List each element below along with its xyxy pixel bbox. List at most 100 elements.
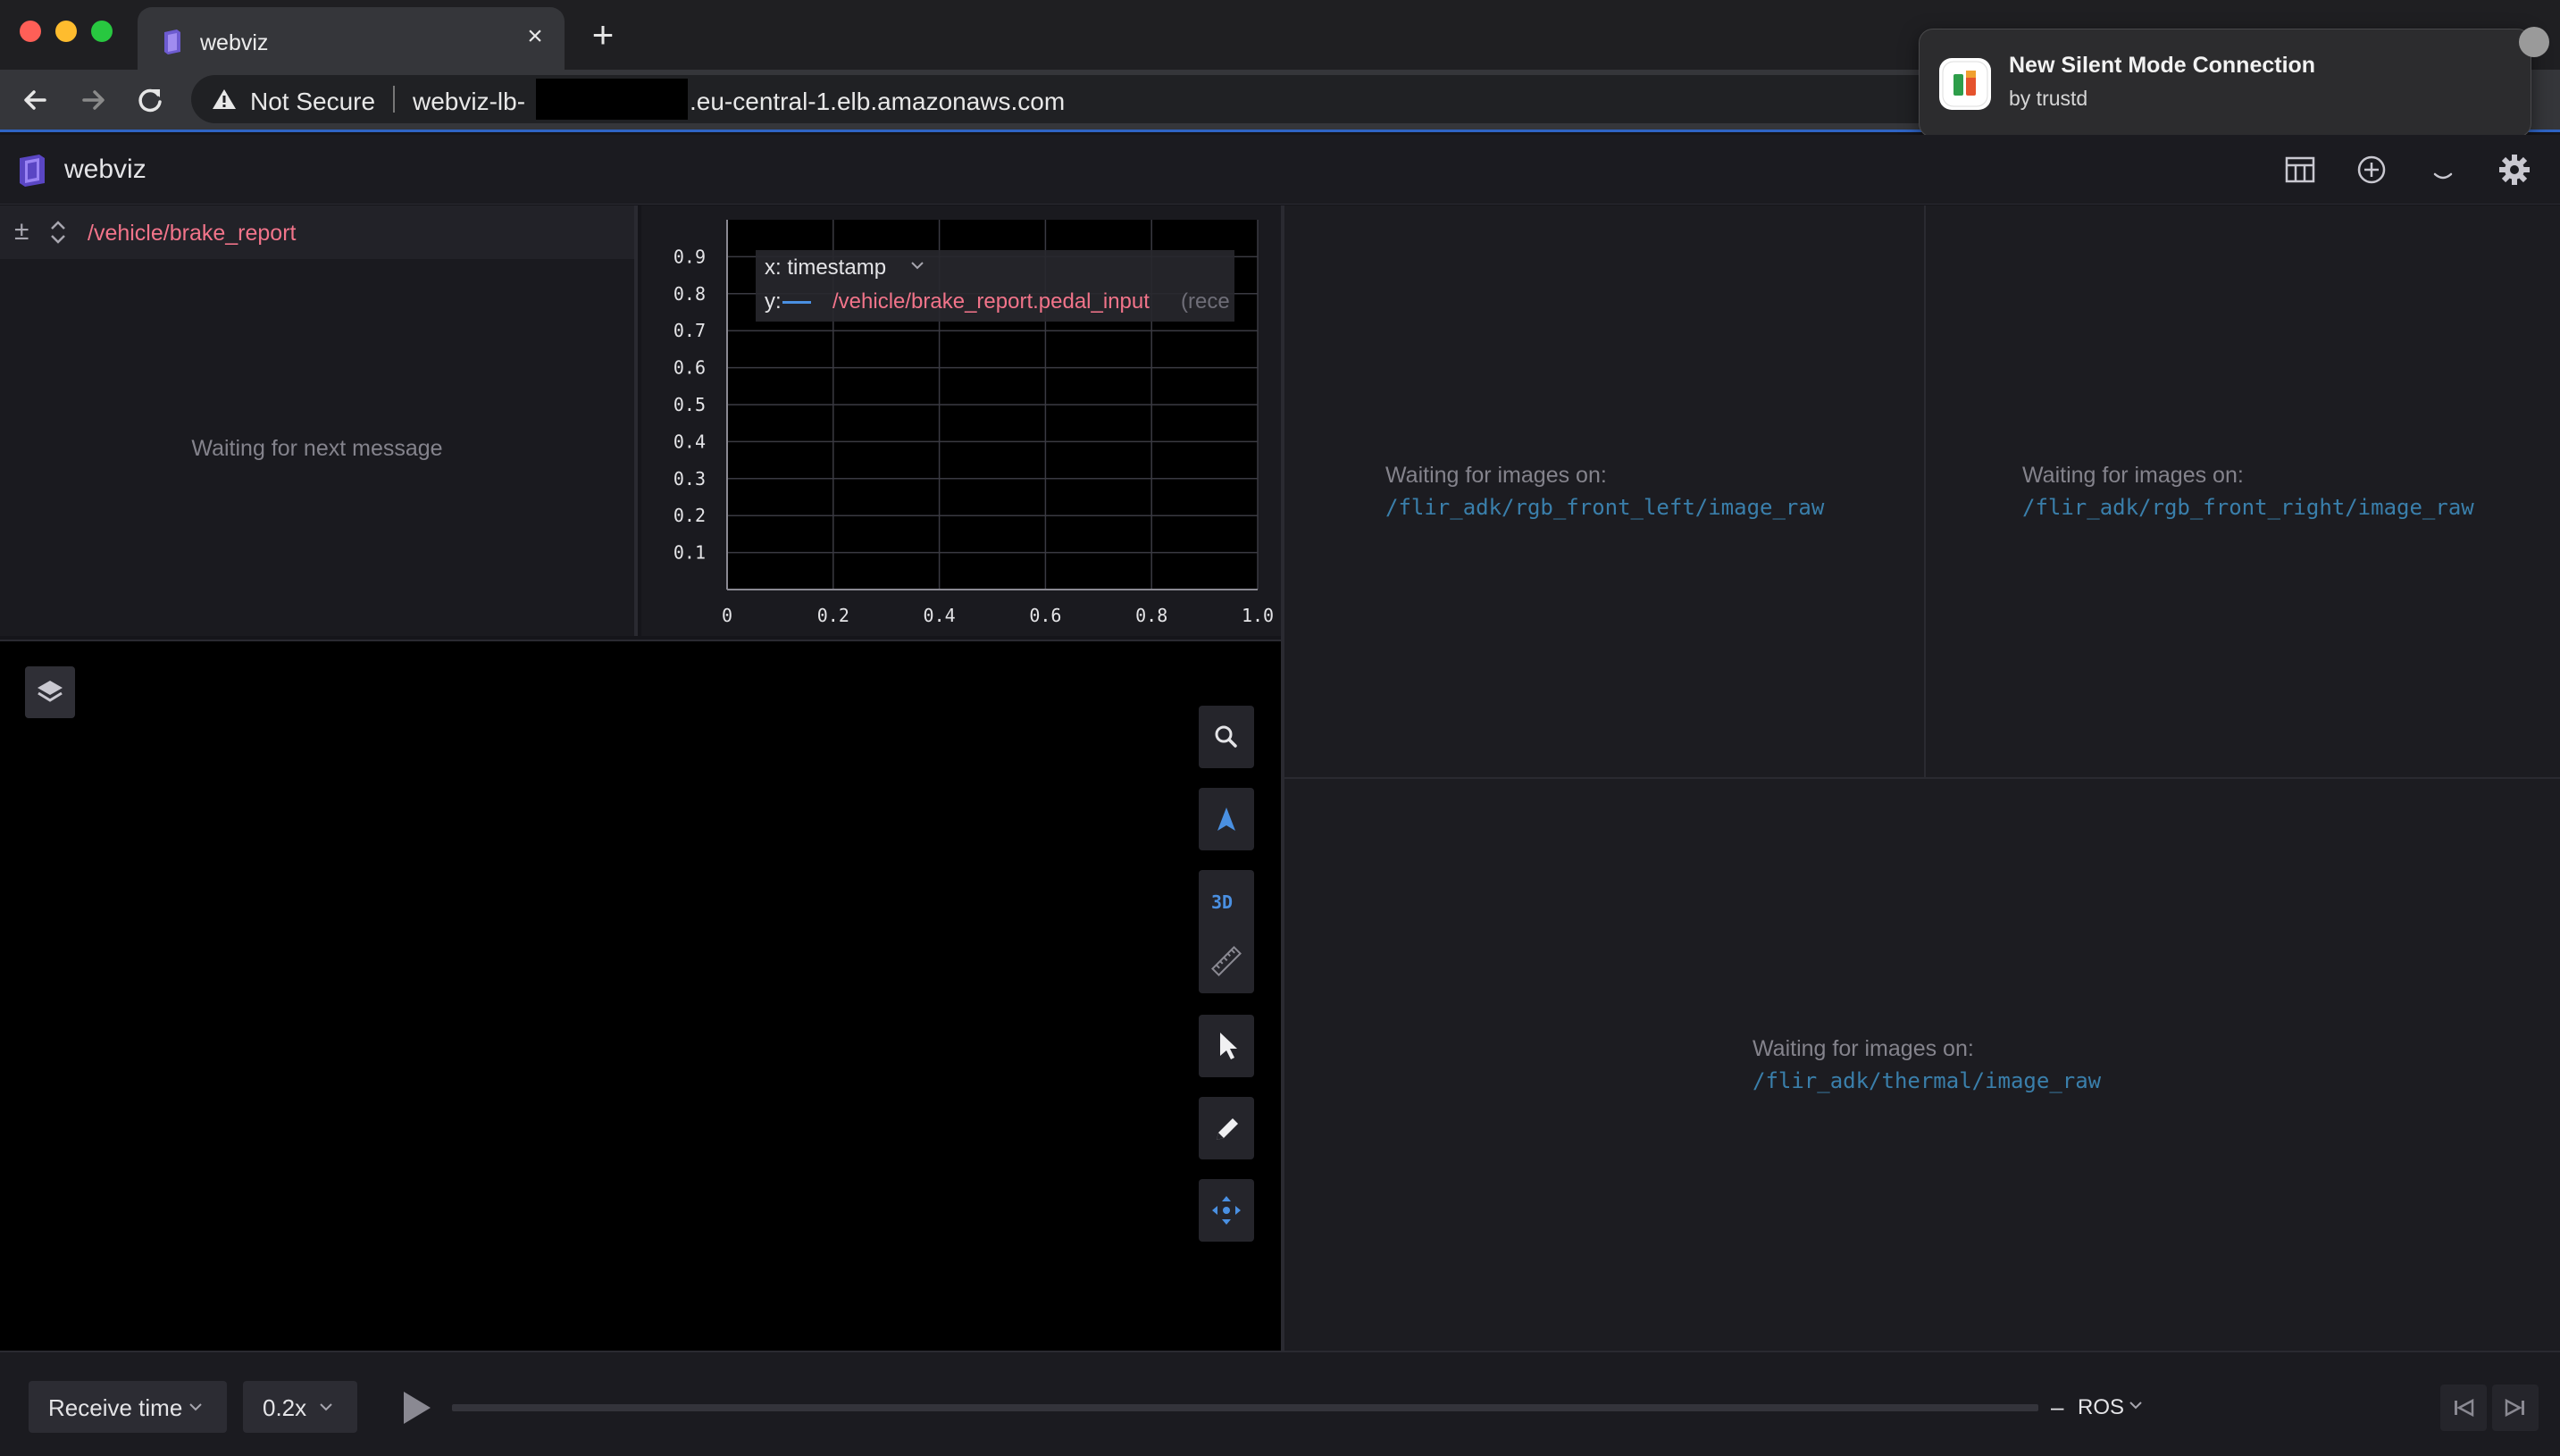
x-tick-label: 0	[722, 605, 732, 626]
image-waiting-label: Waiting for images on:	[1385, 463, 1607, 488]
series-color-swatch	[782, 301, 811, 304]
chevron-down-icon[interactable]	[2128, 1399, 2144, 1411]
y-tick-label: 0.3	[673, 468, 706, 490]
ruler-icon[interactable]	[1199, 931, 1254, 992]
y-tick-label: 0.2	[673, 505, 706, 526]
time-display-value: Receive time	[48, 1394, 183, 1421]
skip-back-icon	[2455, 1398, 2474, 1418]
follow-orientation-button[interactable]	[1199, 788, 1254, 850]
image-waiting-label: Waiting for images on:	[2022, 463, 2244, 488]
image-topic-thermal: /flir_adk/thermal/image_raw	[1753, 1068, 2102, 1093]
chevron-down-icon	[189, 1403, 202, 1411]
warning-triangle-icon	[213, 89, 236, 109]
forward-arrow-icon[interactable]	[75, 82, 111, 118]
new-tab-button[interactable]: +	[582, 16, 623, 57]
x-tick-label: 1.0	[1242, 605, 1274, 626]
zoom-window-button[interactable]	[91, 21, 113, 42]
diff-toggle-icon[interactable]	[48, 218, 68, 247]
y-tick-label: 0.8	[673, 283, 706, 305]
x-tick-label: 0.4	[924, 605, 956, 626]
navigation-arrow-icon	[1217, 807, 1235, 831]
legend-y-timestamp-method: (rece	[1181, 289, 1230, 314]
url-text-prefix: webviz-lb-	[413, 88, 526, 115]
image-topic-front-right: /flir_adk/rgb_front_right/image_raw	[2022, 495, 2474, 520]
raw-panel-header: ± /vehicle/brake_report	[0, 205, 634, 259]
layers-button[interactable]	[25, 666, 75, 718]
webviz-logo-icon	[20, 155, 45, 187]
url-divider	[393, 86, 395, 113]
draw-tool-button[interactable]	[1199, 1097, 1254, 1159]
playback-bar: Receive time 0.2x – ROS	[0, 1351, 2560, 1456]
image-panel-thermal: Waiting for images on: /flir_adk/thermal…	[1284, 779, 2560, 1351]
x-tick-label: 0.8	[1135, 605, 1167, 626]
legend-x-prefix: x:	[765, 255, 782, 280]
y-tick-label: 0.4	[673, 431, 706, 452]
raw-messages-panel: ± /vehicle/brake_report Waiting for next…	[0, 205, 638, 636]
move-arrows-icon	[1212, 1196, 1241, 1225]
app-toolbar: webviz	[0, 135, 2560, 205]
3d-scene-panel[interactable]: 3D	[0, 640, 1281, 1351]
url-text-suffix: .eu-central-1.elb.amazonaws.com	[690, 88, 1066, 115]
3d-mode-label: 3D	[1211, 891, 1234, 913]
y-tick-label: 0.9	[673, 246, 706, 267]
security-status[interactable]: Not Secure	[250, 88, 375, 116]
search-button[interactable]	[1199, 706, 1254, 768]
notification-title: New Silent Mode Connection	[2009, 53, 2316, 78]
settings-gear-icon[interactable]	[2496, 151, 2533, 188]
image-panel-front-right: Waiting for images on: /flir_adk/rgb_fro…	[1926, 205, 2560, 777]
topic-path-input[interactable]: /vehicle/brake_report	[88, 221, 296, 247]
plot-legend: x: timestamp y: /vehicle/brake_report.pe…	[756, 250, 1234, 322]
panel-splitter-horizontal[interactable]	[1284, 777, 2560, 779]
y-tick-label: 0.1	[673, 542, 706, 564]
layers-icon	[38, 681, 63, 702]
tab-title: webviz	[200, 30, 269, 55]
image-panel-front-left: Waiting for images on: /flir_adk/rgb_fro…	[1284, 205, 1924, 777]
tab-close-button[interactable]: ×	[520, 21, 550, 52]
image-topic-front-left: /flir_adk/rgb_front_left/image_raw	[1385, 495, 1825, 520]
y-tick-label: 0.5	[673, 394, 706, 415]
legend-x-value: timestamp	[787, 255, 887, 280]
add-panel-icon[interactable]	[2353, 151, 2390, 188]
playback-scrubber[interactable]	[452, 1404, 2038, 1411]
data-source-dash: –	[2051, 1393, 2064, 1420]
chevron-down-icon	[320, 1403, 332, 1411]
playback-speed-value: 0.2x	[263, 1394, 307, 1421]
expand-collapse-toggle[interactable]: ±	[14, 216, 29, 247]
seek-forward-button[interactable]	[2492, 1385, 2539, 1431]
pencil-icon	[1217, 1118, 1238, 1140]
system-notification[interactable]: New Silent Mode Connection by trustd	[1919, 29, 2531, 138]
move-tool-button[interactable]	[1199, 1179, 1254, 1242]
time-display-select[interactable]: Receive time	[29, 1381, 227, 1433]
y-tick-label: 0.6	[673, 357, 706, 379]
play-icon[interactable]	[398, 1388, 434, 1427]
camera-mode-group: 3D	[1199, 870, 1254, 993]
x-tick-label: 0.2	[817, 605, 849, 626]
legend-y-prefix: y:	[765, 289, 782, 314]
3d-mode-toggle[interactable]: 3D	[1199, 870, 1254, 929]
panel-splitter-vertical[interactable]	[1924, 205, 1926, 777]
search-icon	[1215, 725, 1237, 748]
waiting-message: Waiting for next message	[191, 436, 443, 461]
legend-y-path[interactable]: /vehicle/brake_report.pedal_input	[832, 289, 1150, 314]
webviz-favicon-icon	[164, 29, 180, 54]
chevron-down-icon[interactable]	[909, 259, 925, 272]
seek-backward-button[interactable]	[2440, 1385, 2487, 1431]
select-tool-button[interactable]	[1199, 1015, 1254, 1077]
reload-icon[interactable]	[132, 82, 168, 118]
redacted-url-block	[536, 79, 688, 120]
layout-icon[interactable]	[2281, 151, 2319, 188]
cursor-pointer-icon	[1220, 1033, 1237, 1059]
app-title: webviz	[64, 155, 146, 184]
skip-forward-icon	[2505, 1398, 2524, 1418]
plot-panel: 0 0.2 0.4 0.6 0.8 1.0 0.9 0.8 0.7 0.6 0.5 0.4 0.3 0.2…	[641, 205, 1281, 636]
close-window-button[interactable]	[20, 21, 41, 42]
minimize-window-button[interactable]	[55, 21, 77, 42]
back-arrow-icon[interactable]	[18, 82, 54, 118]
playback-speed-select[interactable]: 0.2x	[243, 1381, 357, 1433]
data-source-label[interactable]: ROS	[2078, 1395, 2124, 1420]
trustd-app-icon	[1939, 58, 1991, 110]
browser-tab[interactable]: webviz ×	[138, 7, 565, 71]
profile-avatar[interactable]	[2519, 27, 2549, 57]
legend-x-axis[interactable]: x: timestamp	[765, 255, 886, 280]
help-icon[interactable]	[2424, 151, 2462, 188]
